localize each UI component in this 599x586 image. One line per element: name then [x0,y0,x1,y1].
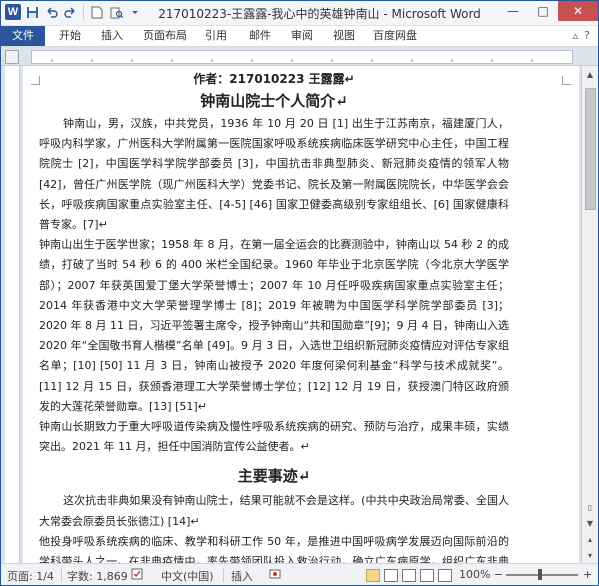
status-bar: 页面: 1/4 字数: 1,869 中文(中国) 插入 100% − + [1,563,598,585]
tab-view[interactable]: 视图 [327,26,361,46]
redo-icon[interactable] [62,4,78,20]
status-separator [61,568,62,582]
zoom-in-button[interactable]: + [583,568,592,581]
page-count[interactable]: 页面: 1/4 [7,568,54,584]
vertical-scrollbar[interactable]: ▲ ▯ ▼ ▴ ▾ [581,66,598,563]
tab-file[interactable]: 文件 [1,26,45,46]
print-preview-icon[interactable] [108,4,124,20]
scroll-thumb[interactable] [585,88,596,210]
full-screen-view-icon[interactable] [384,569,398,582]
zoom-slider-thumb[interactable] [538,569,542,580]
word-window: W 217010223-王露露-我心中的英雄钟南山 - Microsoft Wo… [0,0,599,586]
insert-mode[interactable]: 插入 [231,568,253,584]
qat-separator [83,5,84,19]
paragraph-quote: 这次抗击非典如果没有钟南山院士，结果可能就不会是这样。(中共中央政治局常委、全国… [39,494,509,528]
paragraph-bio: 钟南山，男，汉族，中共党员，1936 年 10 月 20 日 [1] 出生于江苏… [39,117,509,232]
save-icon[interactable] [24,4,40,20]
ribbon-right-controls: ▵ ? [573,29,590,42]
window-controls: — □ ✕ [498,1,598,21]
outline-view-icon[interactable] [420,569,434,582]
margin-corner-mark [562,76,571,85]
paragraph-research: 钟南山长期致力于重大呼吸道传染病及慢性呼吸系统疾病的研究、预防与治疗，成果丰硕，… [39,420,509,454]
author-line: 作者：217010223 王露露↵ [193,72,355,86]
tab-insert[interactable]: 插入 [95,26,129,46]
zoom-level[interactable]: 100% [459,568,490,581]
paragraph-achievements: 钟南山出生于医学世家；1958 年 8 月，在第一届全运会的比赛测验中，钟南山以… [39,238,509,413]
tab-mailings[interactable]: 邮件 [243,26,277,46]
tab-review[interactable]: 审阅 [285,26,319,46]
quick-access-toolbar: W [5,4,143,20]
tab-home[interactable]: 开始 [53,26,87,46]
maximize-button[interactable]: □ [528,1,558,21]
tab-baidu-netdisk[interactable]: 百度网盘 [369,26,421,46]
document-heading: 钟南山院士个人简介↵ [200,92,348,110]
help-icon[interactable]: ? [584,29,590,42]
ruler-toggle-icon[interactable]: ▯ [582,499,598,515]
web-layout-view-icon[interactable] [402,569,416,582]
section-heading: 主要事迹↵ [237,467,311,486]
zoom-out-button[interactable]: − [494,568,503,581]
word-count[interactable]: 字数: 1,869 [67,568,128,584]
tab-selector-icon[interactable] [5,50,19,64]
print-layout-view-icon[interactable] [366,569,380,582]
tab-references[interactable]: 引用 [199,26,233,46]
previous-page-icon[interactable]: ▴ [582,531,598,547]
vertical-ruler[interactable] [5,66,20,563]
language-indicator[interactable]: 中文(中国) [161,568,214,584]
minimize-button[interactable]: — [498,1,528,21]
tab-page-layout[interactable]: 页面布局 [139,26,191,46]
paragraph-career: 他投身呼吸系统疾病的临床、教学和科研工作 50 年，是推进中国呼吸病学发展迈向国… [39,534,509,563]
close-button[interactable]: ✕ [558,1,598,21]
window-title: 217010223-王露露-我心中的英雄钟南山 - Microsoft Word [158,7,481,21]
macro-record-icon[interactable] [269,568,281,583]
draft-view-icon[interactable] [438,569,452,582]
undo-icon[interactable] [43,4,59,20]
document-area: 作者：217010223 王露露↵ 钟南山院士个人简介↵ 钟南山，男，汉族，中共… [1,66,582,563]
scroll-down-icon[interactable]: ▼ [582,515,598,531]
ruler-area [1,47,598,66]
new-doc-icon[interactable] [89,4,105,20]
minimize-ribbon-icon[interactable]: ▵ [573,29,579,42]
zoom-slider[interactable] [506,574,578,576]
title-bar: W 217010223-王露露-我心中的英雄钟南山 - Microsoft Wo… [1,1,598,26]
word-logo-icon[interactable]: W [5,4,21,20]
status-separator [223,568,224,582]
scroll-up-icon[interactable]: ▲ [582,66,598,82]
document-page[interactable]: 作者：217010223 王露露↵ 钟南山院士个人简介↵ 钟南山，男，汉族，中共… [23,66,579,563]
next-page-icon[interactable]: ▾ [582,547,598,563]
proofing-icon[interactable] [131,568,143,583]
customize-icon[interactable] [127,4,143,20]
ribbon-tabs: 文件 开始 插入 页面布局 引用 邮件 审阅 视图 百度网盘 ▵ ? [1,26,598,47]
horizontal-ruler[interactable] [31,50,573,64]
document-content[interactable]: 作者：217010223 王露露↵ 钟南山院士个人简介↵ 钟南山，男，汉族，中共… [39,70,509,563]
